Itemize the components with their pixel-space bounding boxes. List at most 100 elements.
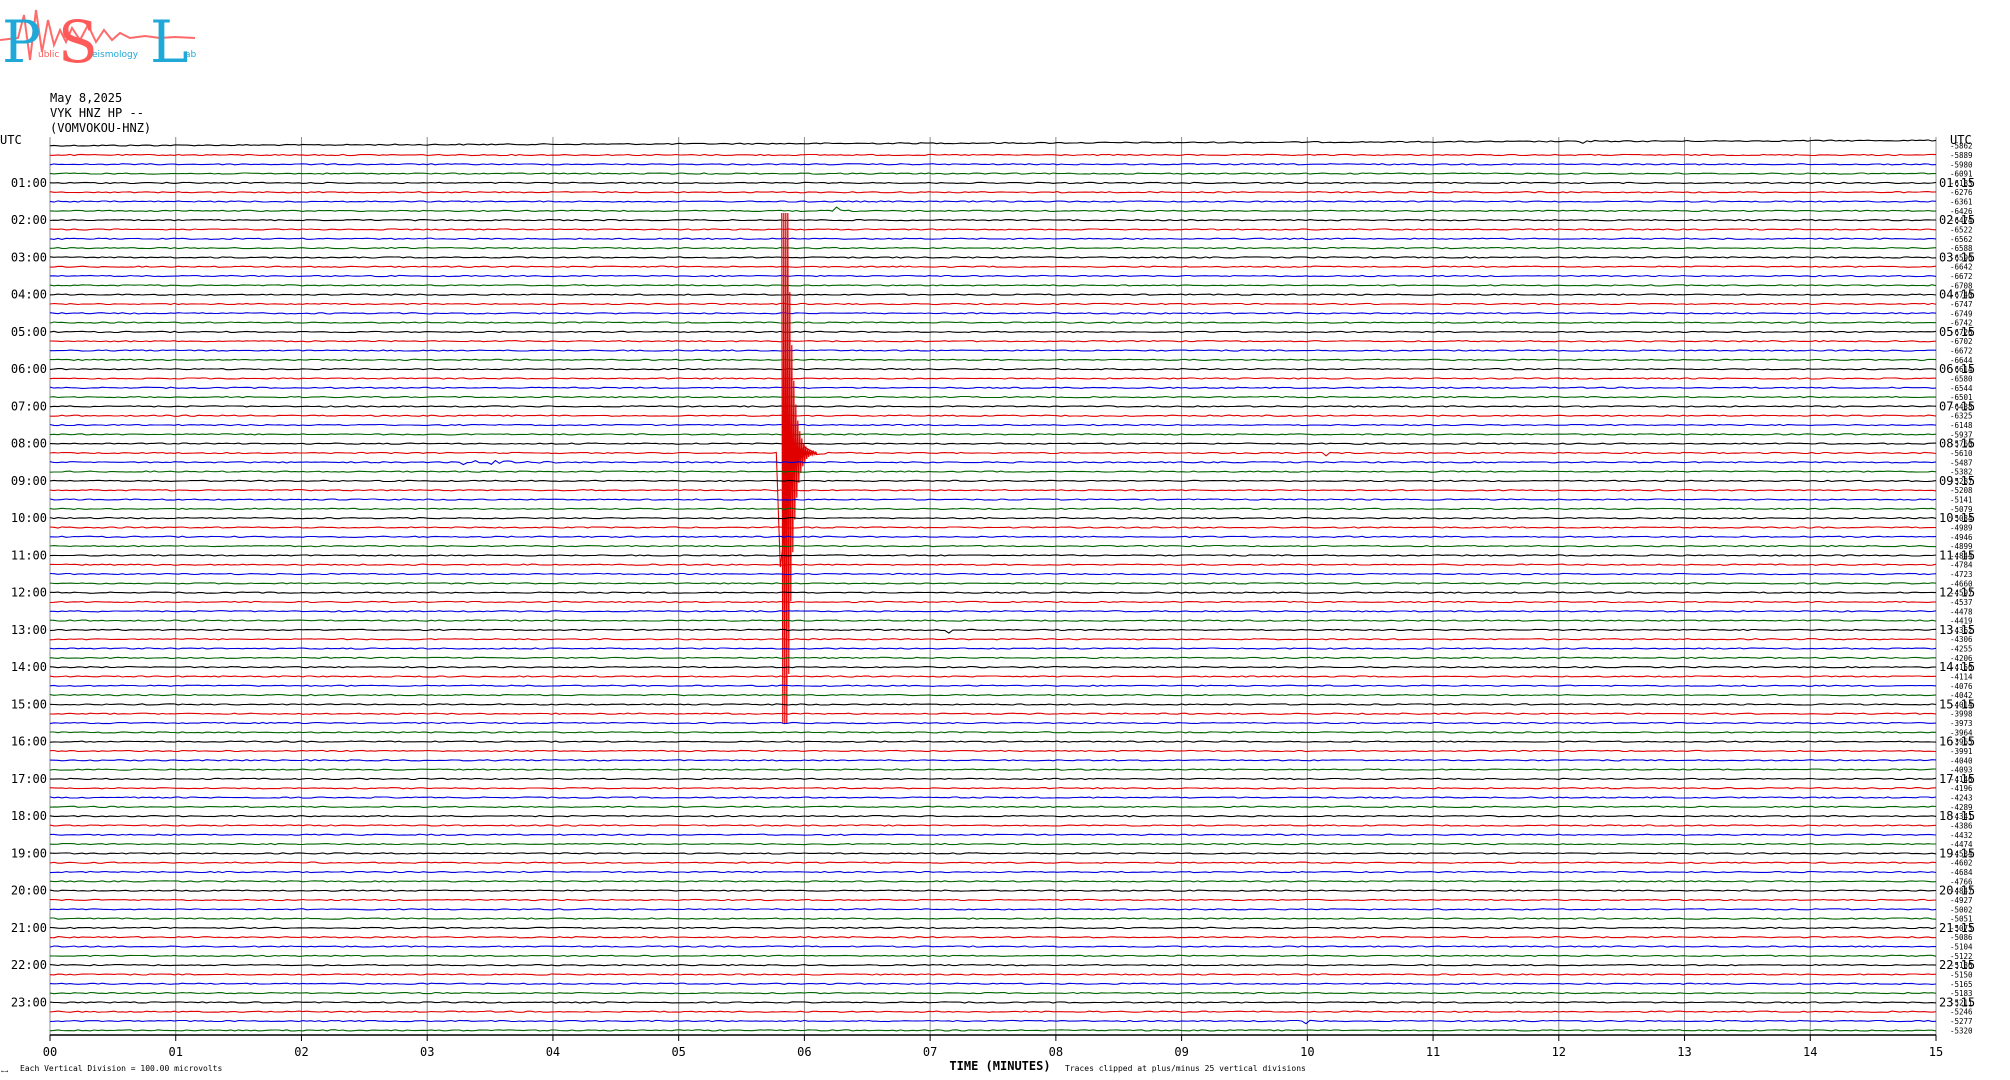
seismic-trace <box>49 181 1937 185</box>
right-hour-label: 04:15 <box>1939 288 1975 302</box>
seismic-trace <box>49 340 1937 343</box>
logo-word-seismology: eismology <box>92 50 139 60</box>
trace-offset-label: -6562 <box>1950 235 1973 244</box>
left-hour-label: 03:00 <box>11 250 47 264</box>
trace-offset-label: -3973 <box>1950 719 1973 728</box>
logo-letter-s: S <box>58 8 98 75</box>
left-hour-label: 20:00 <box>11 884 47 898</box>
seismic-trace <box>49 703 1937 706</box>
trace-offset-label: -4432 <box>1950 831 1973 840</box>
x-tick-label: 15 <box>1929 1045 1943 1059</box>
seismic-trace <box>49 554 1937 557</box>
seismic-trace <box>50 610 1937 613</box>
seismic-trace <box>49 1001 1937 1004</box>
x-tick-label: 03 <box>420 1045 434 1059</box>
right-hour-label: 13:15 <box>1939 623 1975 637</box>
seismic-trace <box>49 693 1937 697</box>
right-hour-label: 18:15 <box>1939 809 1975 823</box>
label-layer: -5862-5889-5980-6091-6183-6276-6361-6426… <box>0 133 1975 1075</box>
seismic-trace <box>49 507 1937 510</box>
seismic-trace <box>49 898 1937 902</box>
left-hour-label: 23:00 <box>11 995 47 1009</box>
right-hour-label: 20:15 <box>1939 884 1975 898</box>
right-hour-label: 11:15 <box>1939 548 1975 562</box>
trace-offset-label: -4723 <box>1950 570 1973 579</box>
right-hour-label: 15:15 <box>1939 697 1975 711</box>
seismic-trace <box>49 163 1937 166</box>
left-hour-label: 16:00 <box>11 735 47 749</box>
seismic-trace <box>49 656 1936 659</box>
seismic-trace <box>49 684 1937 687</box>
right-axis-title: UTC <box>1950 133 1972 147</box>
x-tick-label: 00 <box>43 1045 57 1059</box>
trace-offset-label: -5889 <box>1950 151 1973 160</box>
trace-offset-label: -6148 <box>1950 421 1973 430</box>
x-tick-label: 08 <box>1049 1045 1063 1059</box>
left-hour-label: 06:00 <box>11 362 47 376</box>
seismic-trace <box>49 572 1937 576</box>
seismic-trace <box>49 330 1937 334</box>
seismic-trace <box>49 796 1937 799</box>
logo-letter-p: P <box>2 8 41 75</box>
right-hour-label: 17:15 <box>1939 772 1975 786</box>
right-hour-label: 08:15 <box>1939 437 1975 451</box>
seismic-trace <box>49 619 1937 622</box>
seismic-trace <box>49 386 1937 389</box>
x-tick-label: 02 <box>294 1045 308 1059</box>
seismic-trace <box>49 945 1937 948</box>
seismic-trace <box>50 414 1937 417</box>
date-label: May 8,2025 <box>50 91 123 105</box>
seismic-trace <box>49 936 1937 939</box>
seismic-trace <box>50 833 1937 836</box>
left-hour-label: 11:00 <box>11 548 47 562</box>
seismic-trace <box>49 1019 1937 1025</box>
x-tick-label: 14 <box>1803 1045 1817 1059</box>
trace-offset-label: -4478 <box>1950 607 1973 616</box>
seismic-trace <box>49 787 1937 790</box>
trace-offset-label: -4243 <box>1950 794 1973 803</box>
seismic-trace <box>49 591 1937 594</box>
seismic-trace <box>49 442 1937 445</box>
clipped-earthquake-spike <box>781 212 818 724</box>
seismic-trace <box>49 321 1937 324</box>
seismic-trace <box>49 1010 1937 1013</box>
seismic-trace <box>49 302 1937 306</box>
seismic-trace <box>49 582 1937 585</box>
x-tick-label: 01 <box>169 1045 183 1059</box>
left-hour-label: 15:00 <box>11 697 47 711</box>
seismic-trace <box>49 470 1937 473</box>
right-hour-label: 16:15 <box>1939 735 1975 749</box>
trace-offset-label: -5320 <box>1950 1026 1973 1035</box>
trace-offset-label: -6672 <box>1950 272 1973 281</box>
seismic-trace <box>50 265 1937 268</box>
trace-offset-label: -5141 <box>1950 496 1973 505</box>
helicorder-chart: -5862-5889-5980-6091-6183-6276-6361-6426… <box>0 133 1975 1075</box>
seismic-trace <box>49 191 1937 194</box>
trace-layer <box>49 139 1937 1032</box>
trace-offset-label: -5980 <box>1950 160 1973 169</box>
seismic-trace <box>50 563 1937 566</box>
right-hour-label: 02:15 <box>1939 213 1975 227</box>
seismic-trace <box>49 246 1937 250</box>
trace-offset-label: -5104 <box>1950 943 1973 952</box>
seismic-trace <box>49 459 1937 466</box>
seismic-trace <box>49 237 1937 240</box>
right-hour-label: 09:15 <box>1939 474 1975 488</box>
seismic-trace <box>49 908 1937 911</box>
seismic-trace <box>49 712 1937 715</box>
left-hour-label: 02:00 <box>11 213 47 227</box>
logo-word-lab: ab <box>185 50 197 60</box>
seismic-trace <box>49 721 1937 725</box>
seismic-trace <box>49 870 1937 874</box>
left-hour-label: 09:00 <box>11 474 47 488</box>
seismic-trace <box>50 349 1936 352</box>
seismic-trace <box>49 964 1937 967</box>
right-hour-label: 19:15 <box>1939 846 1975 860</box>
seismic-trace <box>49 759 1937 762</box>
channel-label: (VOMVOKOU-HNZ) <box>50 121 152 135</box>
seismic-trace <box>49 842 1936 846</box>
seismic-trace <box>49 423 1937 427</box>
seismic-trace <box>49 433 1937 436</box>
seismic-trace <box>49 768 1937 771</box>
seismic-trace <box>49 446 1937 568</box>
